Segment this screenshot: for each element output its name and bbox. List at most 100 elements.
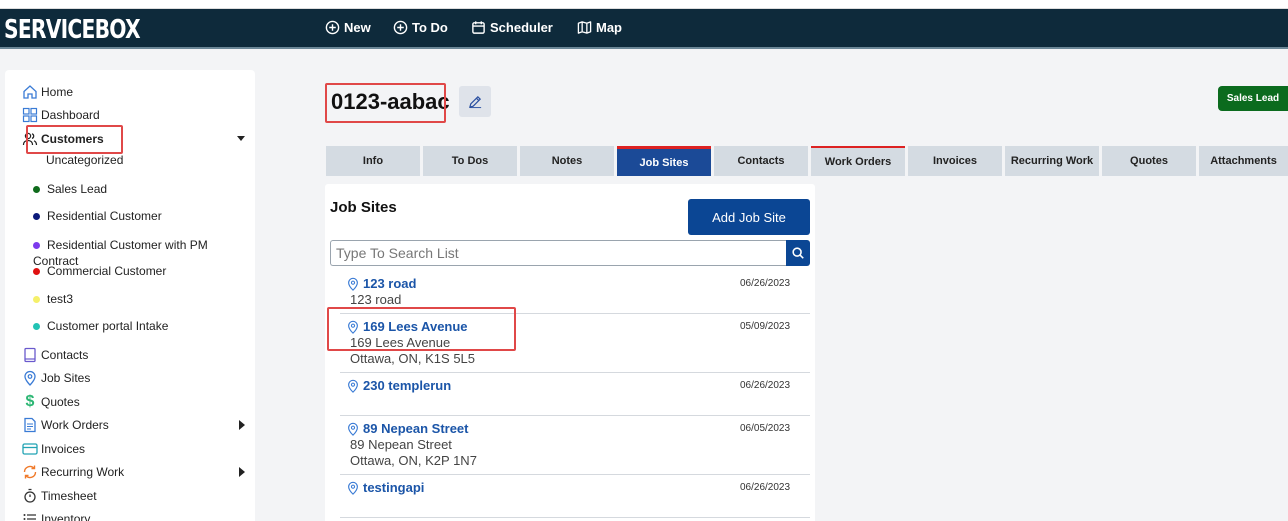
job-site-date: 06/26/2023: [740, 380, 791, 391]
job-site-link[interactable]: 123 road: [346, 276, 416, 291]
job-site-name: 230 templerun: [363, 378, 452, 393]
tab-recurring-work[interactable]: Recurring Work: [1005, 146, 1099, 176]
nav-map-button[interactable]: Map: [577, 20, 622, 35]
search-input[interactable]: [330, 240, 786, 266]
panel-title: Job Sites: [330, 199, 397, 216]
status-dot: [33, 242, 40, 249]
status-dot: [33, 322, 40, 330]
tab-notes[interactable]: Notes: [520, 146, 614, 176]
sidebar-item-timesheet[interactable]: Timesheet: [22, 488, 97, 504]
customer-type-label: test3: [47, 292, 74, 306]
tab-contacts[interactable]: Contacts: [714, 146, 808, 176]
job-site-name: 169 Lees Avenue: [363, 319, 468, 334]
edit-button[interactable]: [459, 86, 491, 117]
location-pin-icon: [348, 422, 358, 436]
sidebar-item-home[interactable]: Home: [22, 84, 73, 100]
customer-type-label: Residential Customer: [47, 209, 162, 223]
location-pin-icon: [348, 277, 358, 291]
tab-invoices[interactable]: Invoices: [908, 146, 1002, 176]
nav-map-label: Map: [596, 20, 622, 35]
job-site-link[interactable]: 169 Lees Avenue: [346, 319, 468, 334]
add-job-site-button[interactable]: Add Job Site: [688, 199, 810, 235]
customer-type-commercial[interactable]: Commercial Customer: [33, 264, 166, 278]
job-site-link[interactable]: 230 templerun: [346, 378, 451, 393]
nav-scheduler-label: Scheduler: [490, 20, 553, 35]
list-item[interactable]: 230 templerun 06/26/2023: [340, 378, 810, 416]
nav-todo-button[interactable]: To Do: [393, 20, 448, 35]
stopwatch-icon: [22, 488, 38, 504]
customer-type-sales-lead[interactable]: Sales Lead: [33, 182, 107, 196]
servicebox-logo[interactable]: SERVICEBOX: [4, 15, 141, 45]
credit-card-icon: [22, 441, 38, 457]
tab-attachments[interactable]: Attachments: [1199, 146, 1288, 176]
sidebar-item-recurring-work[interactable]: Recurring Work: [22, 464, 124, 480]
window-top-strip: [0, 0, 1288, 9]
search-icon: [792, 247, 804, 259]
calendar-icon: [472, 21, 485, 34]
tab-quotes[interactable]: Quotes: [1102, 146, 1196, 176]
job-site-address: 89 Nepean Street: [350, 437, 452, 452]
status-dot: [33, 267, 40, 275]
status-dot: [33, 185, 40, 193]
contacts-icon: [22, 347, 38, 363]
nav-new-button[interactable]: New: [325, 20, 371, 35]
job-site-city: Ottawa, ON, K2P 1N7: [350, 453, 477, 468]
status-badge: Sales Lead: [1218, 86, 1288, 111]
tab-info[interactable]: Info: [326, 146, 420, 176]
sidebar-item-customers[interactable]: Customers: [22, 131, 104, 147]
customer-type-portal-intake[interactable]: Customer portal Intake: [33, 319, 168, 333]
job-site-link[interactable]: testingapi: [346, 480, 424, 495]
list-item[interactable]: testingapi 06/26/2023: [340, 480, 810, 518]
nav-todo-label: To Do: [412, 20, 448, 35]
dashboard-icon: [22, 107, 38, 123]
tab-work-orders[interactable]: Work Orders: [811, 146, 905, 176]
plus-circle-icon: [393, 20, 408, 35]
document-icon: [22, 417, 38, 433]
customer-type-residential[interactable]: Residential Customer: [33, 209, 162, 223]
customer-type-label: Sales Lead: [47, 182, 108, 196]
refresh-icon: [22, 464, 38, 480]
customer-type-test3[interactable]: test3: [33, 292, 73, 306]
list-item[interactable]: 169 Lees Avenue 05/09/2023 169 Lees Aven…: [340, 319, 810, 373]
sidebar-item-dashboard[interactable]: Dashboard: [22, 107, 100, 123]
location-pin-icon: [348, 481, 358, 495]
job-site-name: 123 road: [363, 276, 417, 291]
sidebar-item-label: Job Sites: [41, 371, 91, 385]
search-button[interactable]: [786, 240, 810, 266]
sidebar-item-contacts[interactable]: Contacts: [22, 347, 88, 363]
sidebar-item-label: Contacts: [41, 348, 89, 362]
sidebar-item-label: Inventory: [41, 512, 91, 521]
job-site-name: testingapi: [363, 480, 425, 495]
dollar-icon: $: [25, 393, 35, 410]
sidebar-item-invoices[interactable]: Invoices: [22, 441, 85, 457]
chevron-right-icon[interactable]: [239, 467, 245, 477]
chevron-down-icon[interactable]: [237, 136, 245, 141]
pencil-icon: [468, 95, 481, 109]
customer-type-uncategorized[interactable]: Uncategorized: [46, 153, 123, 167]
plus-circle-icon: [325, 20, 340, 35]
job-site-name: 89 Nepean Street: [363, 421, 469, 436]
list-icon: [22, 511, 38, 521]
sidebar-item-inventory[interactable]: Inventory: [22, 511, 90, 521]
customer-type-label: Uncategorized: [46, 153, 124, 167]
sidebar-item-quotes[interactable]: $ Quotes: [22, 393, 80, 410]
chevron-right-icon[interactable]: [239, 420, 245, 430]
tab-todos[interactable]: To Dos: [423, 146, 517, 176]
location-pin-icon: [22, 370, 38, 386]
sidebar-item-job-sites[interactable]: Job Sites: [22, 370, 90, 386]
list-item[interactable]: 123 road 06/26/2023 123 road: [340, 276, 810, 314]
users-icon: [22, 131, 38, 147]
job-site-address: 123 road: [350, 292, 402, 307]
sidebar-item-label: Home: [41, 85, 74, 99]
location-pin-icon: [348, 320, 358, 334]
job-site-date: 06/26/2023: [740, 482, 791, 493]
job-site-city: Ottawa, ON, K1S 5L5: [350, 351, 476, 366]
job-site-address: 169 Lees Avenue: [350, 335, 451, 350]
job-site-link[interactable]: 89 Nepean Street: [346, 421, 469, 436]
sidebar-item-label: Recurring Work: [41, 465, 125, 479]
sidebar-item-work-orders[interactable]: Work Orders: [22, 417, 109, 433]
tab-job-sites[interactable]: Job Sites: [617, 146, 711, 176]
sidebar-item-label: Quotes: [41, 395, 80, 409]
nav-scheduler-button[interactable]: Scheduler: [471, 20, 553, 35]
list-item[interactable]: 89 Nepean Street 06/05/2023 89 Nepean St…: [340, 421, 810, 475]
